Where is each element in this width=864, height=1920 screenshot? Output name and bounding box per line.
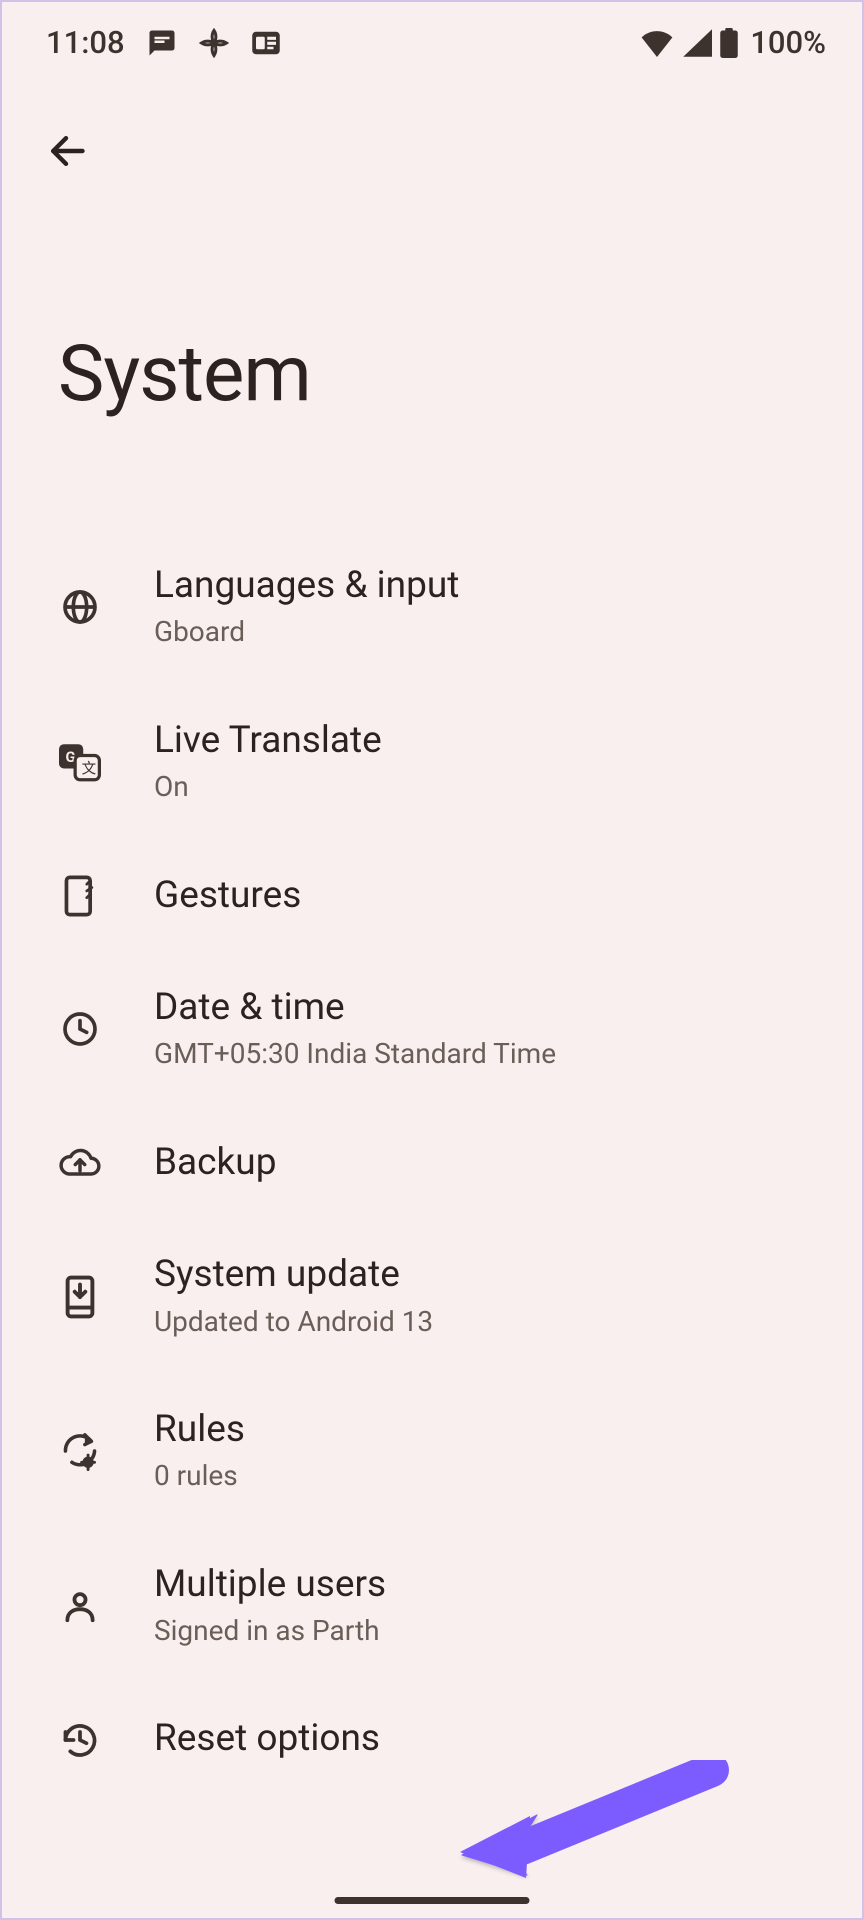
status-time: 11:08 [46, 24, 125, 61]
item-subtitle: 0 rules [154, 1458, 245, 1494]
translate-icon: G文 [58, 740, 102, 784]
cycle-gear-icon [58, 1429, 102, 1473]
status-battery-text: 100% [750, 24, 826, 61]
phone-sparkle-icon [58, 874, 102, 918]
item-title: Rules [154, 1408, 245, 1452]
person-icon [58, 1584, 102, 1628]
wifi-icon [640, 29, 674, 57]
page-title: System [58, 329, 862, 420]
item-title: Reset options [154, 1717, 380, 1761]
photos-icon [199, 28, 229, 58]
item-subtitle: GMT+05:30 India Standard Time [154, 1036, 556, 1072]
item-subtitle: Signed in as Parth [154, 1613, 386, 1649]
clock-icon [58, 1007, 102, 1051]
item-subtitle: Updated to Android 13 [154, 1304, 433, 1340]
back-button[interactable] [38, 123, 94, 179]
item-title: Date & time [154, 986, 556, 1030]
item-subtitle: On [154, 769, 382, 805]
phone-down-icon [58, 1275, 102, 1319]
settings-item-system-update[interactable]: System update Updated to Android 13 [2, 1219, 862, 1374]
item-title: System update [154, 1253, 433, 1297]
svg-text:文: 文 [82, 760, 97, 777]
settings-item-backup[interactable]: Backup [2, 1107, 862, 1219]
settings-list: Languages & input Gboard G文 Live Transla… [2, 530, 862, 1796]
settings-item-reset-options[interactable]: Reset options [2, 1683, 862, 1795]
settings-item-live-translate[interactable]: G文 Live Translate On [2, 685, 862, 840]
item-subtitle: Gboard [154, 614, 459, 650]
settings-item-languages-input[interactable]: Languages & input Gboard [2, 530, 862, 685]
globe-icon [58, 585, 102, 629]
status-bar: 11:08 100% [2, 2, 862, 83]
nav-bar-handle[interactable] [335, 1897, 530, 1904]
settings-item-date-time[interactable]: Date & time GMT+05:30 India Standard Tim… [2, 952, 862, 1107]
settings-item-multiple-users[interactable]: Multiple users Signed in as Parth [2, 1529, 862, 1684]
item-title: Multiple users [154, 1563, 386, 1607]
battery-icon [720, 28, 738, 58]
history-icon [58, 1718, 102, 1762]
status-left: 11:08 [46, 24, 281, 61]
news-icon [251, 29, 281, 57]
settings-item-gestures[interactable]: Gestures [2, 840, 862, 952]
item-title: Live Translate [154, 719, 382, 763]
item-title: Gestures [154, 874, 301, 918]
cell-signal-icon [682, 29, 712, 57]
item-title: Languages & input [154, 564, 459, 608]
item-title: Backup [154, 1141, 276, 1185]
settings-item-rules[interactable]: Rules 0 rules [2, 1374, 862, 1529]
cloud-up-icon [58, 1141, 102, 1185]
status-right: 100% [640, 24, 826, 61]
message-icon [147, 28, 177, 58]
